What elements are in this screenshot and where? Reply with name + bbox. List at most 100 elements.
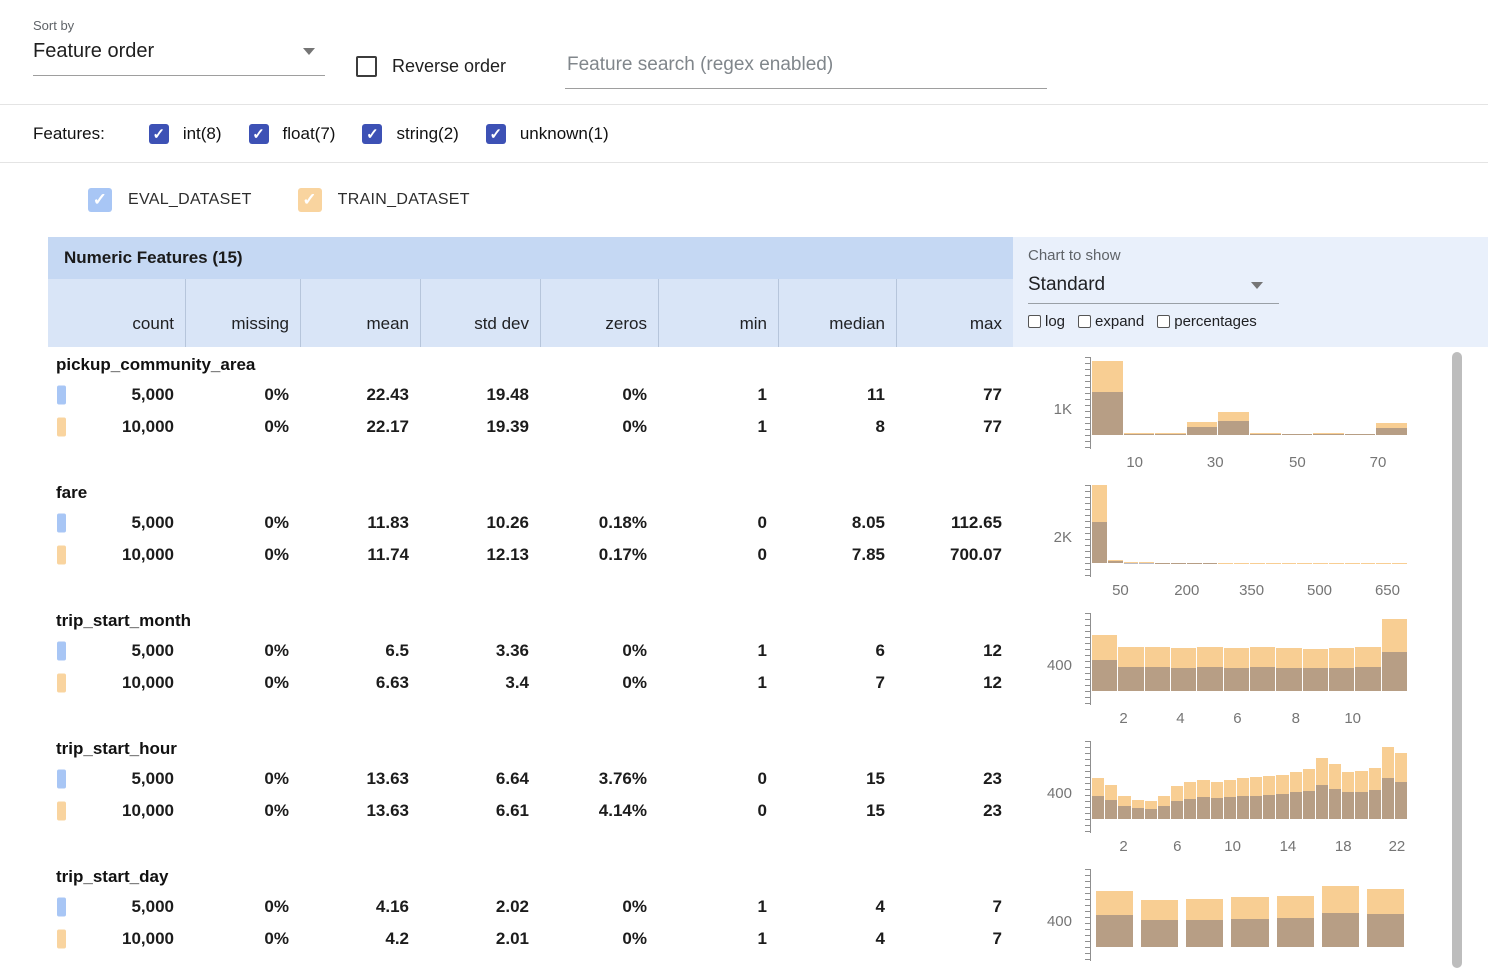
median-cell: 4 xyxy=(778,929,896,949)
chart-to-show-label: Chart to show xyxy=(1028,247,1488,264)
zeros-cell: 4.14% xyxy=(540,801,658,821)
x-axis-labels: 10305070 xyxy=(1092,454,1408,470)
sort-order-select[interactable]: Feature order xyxy=(33,40,325,76)
table-header: Numeric Features (15) count missing mean… xyxy=(48,237,1488,347)
column-header-missing: missing xyxy=(185,279,300,347)
filter-int[interactable]: int(8) xyxy=(149,124,222,144)
train-dataset-checkbox-icon xyxy=(298,188,322,212)
chart-type-select[interactable]: Standard xyxy=(1028,264,1279,304)
train-dataset-toggle[interactable]: TRAIN_DATASET xyxy=(298,188,470,212)
stats-row-train: 10,000 0% 6.63 3.4 0% 1 7 12 xyxy=(48,667,1013,699)
chevron-down-icon xyxy=(303,48,315,55)
histogram-plot: 246810 xyxy=(1085,613,1409,731)
min-cell: 1 xyxy=(658,673,778,693)
count-cell: 10,000 xyxy=(48,417,185,437)
min-cell: 1 xyxy=(658,417,778,437)
percentages-checkbox[interactable]: percentages xyxy=(1157,313,1257,330)
sort-order-value: Feature order xyxy=(33,40,154,63)
feature-stats: fare 5,000 0% 11.83 10.26 0.18% 0 8.05 1… xyxy=(48,475,1013,603)
missing-cell: 0% xyxy=(185,641,300,661)
histogram-bins[interactable] xyxy=(1092,357,1408,435)
chart-controls-panel: Chart to show Standard log expand percen… xyxy=(1013,237,1488,347)
feature-histogram: 1K 10305070 xyxy=(1013,347,1488,475)
stats-row-eval: 5,000 0% 4.16 2.02 0% 1 4 7 xyxy=(48,891,1013,923)
max-cell: 23 xyxy=(896,801,1013,821)
eval-dataset-toggle[interactable]: EVAL_DATASET xyxy=(88,188,252,212)
zeros-cell: 3.76% xyxy=(540,769,658,789)
feature-block: trip_start_day 5,000 0% 4.16 2.02 0% 1 4… xyxy=(48,859,1488,968)
column-header-median: median xyxy=(778,279,896,347)
feature-name: trip_start_hour xyxy=(48,735,1013,763)
max-cell: 77 xyxy=(896,385,1013,405)
median-cell: 8 xyxy=(778,417,896,437)
feature-histogram: 2K 50200350500650 xyxy=(1013,475,1488,603)
features-label: Features: xyxy=(33,124,105,144)
feature-stats: trip_start_day 5,000 0% 4.16 2.02 0% 1 4… xyxy=(48,859,1013,968)
column-header-stddev: std dev xyxy=(420,279,540,347)
stats-row-train: 10,000 0% 11.74 12.13 0.17% 0 7.85 700.0… xyxy=(48,539,1013,571)
median-cell: 15 xyxy=(778,769,896,789)
stats-row-train: 10,000 0% 4.2 2.01 0% 1 4 7 xyxy=(48,923,1013,955)
train-marker xyxy=(57,802,66,821)
filter-string[interactable]: string(2) xyxy=(362,124,458,144)
histogram-bins[interactable] xyxy=(1092,613,1408,691)
sort-by-group: Sort by Feature order xyxy=(33,18,325,76)
column-header-mean: mean xyxy=(300,279,420,347)
checkbox-checked-icon xyxy=(249,124,269,144)
reverse-order-checkbox[interactable]: Reverse order xyxy=(356,56,506,77)
median-cell: 7.85 xyxy=(778,545,896,565)
stddev-cell: 3.4 xyxy=(420,673,540,693)
feature-search-input[interactable] xyxy=(565,50,1047,89)
column-header-count: count xyxy=(48,279,185,347)
y-axis-label: 400 xyxy=(1047,785,1072,802)
expand-checkbox[interactable]: expand xyxy=(1078,313,1144,330)
missing-cell: 0% xyxy=(185,417,300,437)
histogram-bins[interactable] xyxy=(1092,741,1408,819)
toolbar: Sort by Feature order Reverse order xyxy=(0,0,1488,105)
filter-float-label: float(7) xyxy=(283,124,336,144)
stats-row-eval: 5,000 0% 11.83 10.26 0.18% 0 8.05 112.65 xyxy=(48,507,1013,539)
dataset-legend: EVAL_DATASET TRAIN_DATASET xyxy=(0,163,1488,237)
mean-cell: 4.16 xyxy=(300,897,420,917)
min-cell: 0 xyxy=(658,801,778,821)
log-checkbox[interactable]: log xyxy=(1028,313,1065,330)
feature-name: trip_start_month xyxy=(48,607,1013,635)
y-axis-label: 400 xyxy=(1047,657,1072,674)
train-marker xyxy=(57,418,66,437)
feature-stats: trip_start_month 5,000 0% 6.5 3.36 0% 1 … xyxy=(48,603,1013,731)
stddev-cell: 6.64 xyxy=(420,769,540,789)
train-marker xyxy=(57,674,66,693)
filter-unknown[interactable]: unknown(1) xyxy=(486,124,609,144)
histogram-plot: 10305070 xyxy=(1085,357,1409,475)
mean-cell: 11.74 xyxy=(300,545,420,565)
missing-cell: 0% xyxy=(185,801,300,821)
min-cell: 0 xyxy=(658,513,778,533)
y-axis-label-column: 400 xyxy=(1013,613,1085,731)
vertical-scrollbar[interactable] xyxy=(1452,352,1462,968)
eval-marker xyxy=(57,514,66,533)
y-axis xyxy=(1085,741,1091,833)
feature-histogram: 400 246810 xyxy=(1013,603,1488,731)
mean-cell: 6.63 xyxy=(300,673,420,693)
zeros-cell: 0.18% xyxy=(540,513,658,533)
zeros-cell: 0% xyxy=(540,673,658,693)
stats-row-train: 10,000 0% 13.63 6.61 4.14% 0 15 23 xyxy=(48,795,1013,827)
feature-block: pickup_community_area 5,000 0% 22.43 19.… xyxy=(48,347,1488,475)
mean-cell: 22.43 xyxy=(300,385,420,405)
reverse-order-label: Reverse order xyxy=(392,56,506,77)
percentages-label: percentages xyxy=(1174,313,1257,330)
checkbox-checked-icon xyxy=(149,124,169,144)
filter-int-label: int(8) xyxy=(183,124,222,144)
histogram-bins[interactable] xyxy=(1092,869,1408,947)
filter-float[interactable]: float(7) xyxy=(249,124,336,144)
feature-stats: trip_start_hour 5,000 0% 13.63 6.64 3.76… xyxy=(48,731,1013,859)
missing-cell: 0% xyxy=(185,545,300,565)
max-cell: 23 xyxy=(896,769,1013,789)
checkbox-unchecked-icon xyxy=(356,56,377,77)
column-header-max: max xyxy=(896,279,1013,347)
checkbox-unchecked-icon xyxy=(1078,315,1091,328)
max-cell: 12 xyxy=(896,673,1013,693)
missing-cell: 0% xyxy=(185,769,300,789)
zeros-cell: 0% xyxy=(540,417,658,437)
histogram-bins[interactable] xyxy=(1092,485,1408,563)
